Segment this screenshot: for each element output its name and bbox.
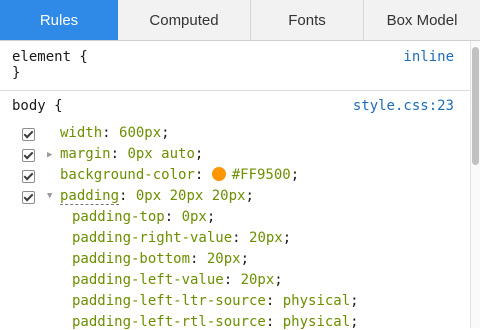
subproperty-value: 20px xyxy=(240,272,275,288)
subproperty-value: 20px xyxy=(249,230,283,246)
body-rule-origin-link[interactable]: style.css:23 xyxy=(353,98,454,114)
property-value[interactable]: 0px 20px 20px xyxy=(136,188,246,204)
property-name[interactable]: margin xyxy=(60,146,111,162)
element-selector[interactable]: element { xyxy=(12,49,88,65)
checkbox-checked-icon[interactable] xyxy=(22,149,35,162)
property-value[interactable]: 0px auto xyxy=(127,146,194,162)
checkbox-checked-icon[interactable] xyxy=(22,191,35,204)
element-rule-close: } xyxy=(0,65,470,85)
property-name[interactable]: padding xyxy=(60,188,120,205)
tab-rules[interactable]: Rules xyxy=(0,0,118,40)
subproperty-name: padding-left-value xyxy=(72,272,224,288)
subproperty-row: padding-left-value: 20px; xyxy=(72,272,283,288)
vertical-scrollbar[interactable] xyxy=(470,41,480,328)
tab-fonts[interactable]: Fonts xyxy=(251,0,364,40)
triangle-down-icon[interactable]: ▼ xyxy=(47,191,52,201)
checkbox-checked-icon[interactable] xyxy=(22,128,35,141)
subproperty-row: padding-right-value: 20px; xyxy=(72,230,292,246)
subproperty-name: padding-bottom xyxy=(72,251,191,267)
property-value[interactable]: 600px xyxy=(119,125,161,141)
subproperty-value: 0px xyxy=(181,209,207,225)
tab-box-model[interactable]: Box Model xyxy=(364,0,480,40)
subproperty-row: padding-left-ltr-source: physical; xyxy=(72,293,359,309)
subproperty-name: padding-top xyxy=(72,209,165,225)
scrollbar-thumb[interactable] xyxy=(472,47,479,165)
body-selector[interactable]: body { xyxy=(12,98,63,114)
triangle-right-icon[interactable]: ▶ xyxy=(47,150,52,160)
subproperty-value: physical xyxy=(282,293,351,309)
subproperty-name: padding-left-ltr-source xyxy=(72,293,266,309)
subproperty-name: padding-right-value xyxy=(72,230,233,246)
element-close-brace: } xyxy=(12,65,21,81)
subproperty-row: padding-top: 0px; xyxy=(72,209,216,225)
rule-divider xyxy=(0,90,470,91)
inspector-tab-bar: Rules Computed Fonts Box Model xyxy=(0,0,480,41)
property-name[interactable]: background-color xyxy=(60,167,195,183)
property-name[interactable]: width xyxy=(60,125,102,141)
checkbox-checked-icon[interactable] xyxy=(22,170,35,183)
rules-panel: element { inline } body { style.css:23 w… xyxy=(0,41,470,330)
subproperty-row: padding-bottom: 20px; xyxy=(72,251,250,267)
subproperty-value: 20px xyxy=(206,251,241,267)
color-swatch-icon[interactable] xyxy=(211,167,226,181)
property-value[interactable]: #FF9500 xyxy=(232,167,291,183)
tab-computed[interactable]: Computed xyxy=(118,0,251,40)
body-rule-header: body { style.css:23 xyxy=(0,98,470,118)
element-rule-origin: inline xyxy=(403,49,454,65)
